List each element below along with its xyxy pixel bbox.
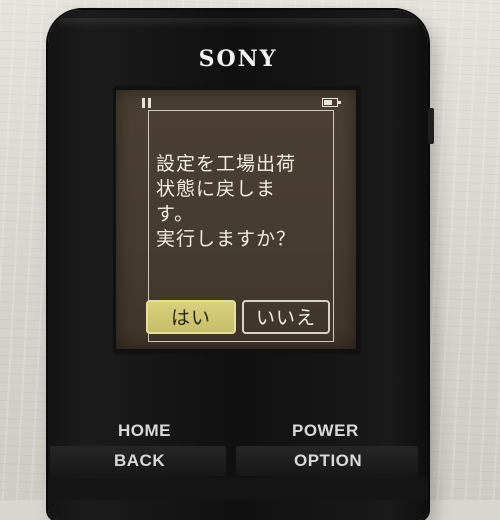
device-screen: 設定を工場出荷 状態に戻しま す。 実行しますか？ はい いいえ [116,90,356,349]
brand-logo: SONY [198,46,278,72]
device-top-highlight [58,18,418,28]
device-lower-panel [48,478,428,500]
battery-icon [322,98,341,107]
option-key[interactable]: OPTION [294,444,362,478]
status-bar [116,90,356,110]
upper-key-labels: HOME POWER [44,418,434,444]
yes-button[interactable]: はい [146,300,236,334]
lower-key-row: BACK OPTION [44,444,434,478]
dialog-buttons: はい いいえ [144,300,334,336]
side-button[interactable] [428,108,434,144]
dialog-message: 設定を工場出荷 状態に戻しま す。 実行しますか？ [156,153,297,250]
no-button[interactable]: いいえ [242,300,330,334]
pause-icon [142,98,154,108]
battery-level [324,100,332,105]
power-key[interactable]: POWER [292,418,359,444]
back-key[interactable]: BACK [114,444,165,478]
home-key[interactable]: HOME [118,418,171,444]
